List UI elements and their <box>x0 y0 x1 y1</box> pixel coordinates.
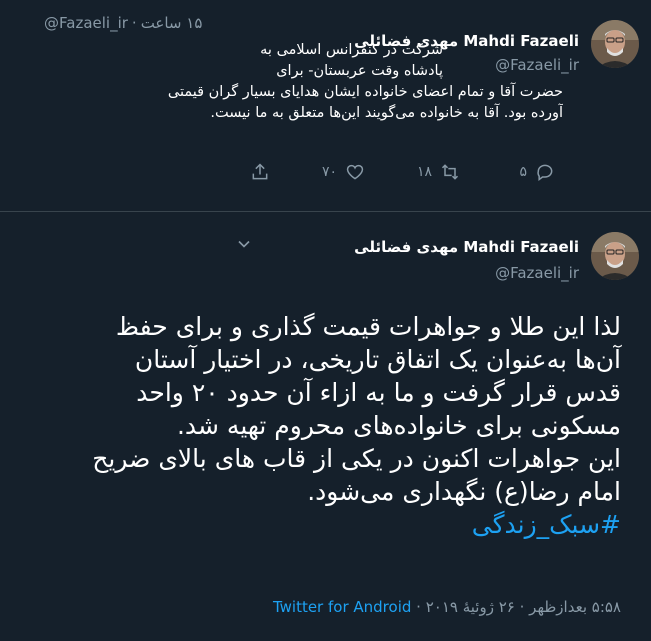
display-name[interactable]: Mahdi Fazaeli مهدی فضائلی <box>354 238 579 256</box>
tweet-line: حضرت آقا و تمام اعضای خانواده ایشان هدای… <box>167 84 563 100</box>
tweet-text: شرکت در کنفرانس اسلامی به پادشاه وقت عرب… <box>8 40 563 124</box>
tweet-previous[interactable]: Mahdi Fazaeli مهدی فضائلی @Fazaeli_ir ۱۵… <box>0 0 651 212</box>
tweet-meta: ۱۵ ساعت · @Fazaeli_ir <box>44 14 202 32</box>
tweet-footer: ۵:۵۸ بعدازظهر · ۲۶ ژوئیهٔ ۲۰۱۹ · Twitter… <box>273 598 621 616</box>
handle[interactable]: @Fazaeli_ir <box>495 264 579 282</box>
like-count: ۷۰ <box>321 164 337 180</box>
tweet-line: این جواهرات اکنون در یکی از قاب های بالا… <box>92 444 621 473</box>
reply-icon <box>537 164 553 181</box>
reply-count: ۵ <box>519 164 527 180</box>
retweet-count: ۱۸ <box>416 164 432 180</box>
handle-row: @Fazaeli_ir <box>495 264 579 282</box>
handle-truncated[interactable]: @Fazaeli_ir <box>44 14 128 32</box>
tweet-actions: ۵ ۱۸ ۷۰ <box>175 160 555 184</box>
tweet-text: لذا این طلا و جواهرات قیمت گذاری و برای … <box>16 310 621 541</box>
share-button[interactable] <box>175 162 270 182</box>
tweet-line: امام رضا(ع) نگهداری می‌شود. <box>307 477 621 506</box>
retweet-icon <box>441 164 459 180</box>
tweet-line: پادشاه وقت عربستان- برای <box>276 63 443 79</box>
tweet-line: قدس قرار گرفت و ما به ازاء آن حدود ۲۰ وا… <box>136 378 621 407</box>
avatar[interactable] <box>591 20 639 68</box>
timestamp[interactable]: ۱۵ ساعت <box>141 14 203 32</box>
avatar[interactable] <box>591 232 639 280</box>
hashtag-link[interactable]: #سبک_زندگی <box>16 508 621 541</box>
tweet-line: آورده بود. آقا به خانواده می‌گویند این‌ه… <box>210 105 563 121</box>
source-link[interactable]: Twitter for Android <box>273 598 411 616</box>
tweet-line: لذا این طلا و جواهرات قیمت گذاری و برای … <box>115 312 621 341</box>
like-button[interactable]: ۷۰ <box>270 162 365 182</box>
tweet-header: Mahdi Fazaeli مهدی فضائلی <box>354 238 579 256</box>
tweet-timestamp[interactable]: ۵:۵۸ بعدازظهر · ۲۶ ژوئیهٔ ۲۰۱۹ · <box>416 598 621 616</box>
tweet-line: مسکونی برای خانواده‌های محروم تهیه شد. <box>176 411 621 440</box>
chevron-down-icon[interactable] <box>234 234 254 254</box>
tweet-main[interactable]: Mahdi Fazaeli مهدی فضائلی @Fazaeli_ir لذ… <box>0 212 651 641</box>
share-icon <box>252 163 268 180</box>
tweet-line: آن‌ها به‌عنوان یک اتفاق تاریخی، در اختیا… <box>134 345 621 374</box>
tweet-line: شرکت در کنفرانس اسلامی به <box>260 42 443 58</box>
heart-icon <box>346 164 364 180</box>
separator-dot: · <box>131 14 137 32</box>
reply-button[interactable]: ۵ <box>460 162 555 182</box>
retweet-button[interactable]: ۱۸ <box>365 162 460 182</box>
